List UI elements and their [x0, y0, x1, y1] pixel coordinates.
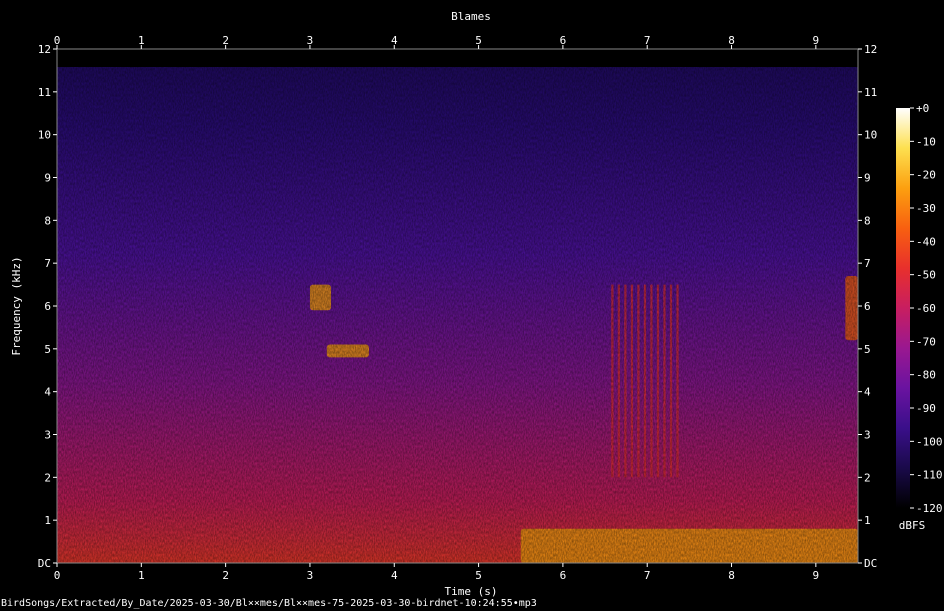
colorbar-tick-label: -100 — [916, 435, 943, 448]
y-tick-label-left: 12 — [38, 43, 51, 56]
colorbar-tick-label: -70 — [916, 335, 936, 348]
colorbar-label: dBFS — [899, 519, 926, 532]
y-tick-label-right: 4 — [864, 386, 871, 399]
x-tick-label-top: 6 — [560, 34, 567, 47]
x-tick-label-bottom: 3 — [307, 569, 314, 582]
x-tick-label-top: 1 — [138, 34, 145, 47]
x-tick-label-bottom: 0 — [54, 569, 61, 582]
spectrogram-chart: Blames Time (s) Frequency (kHz) 00112233… — [10, 10, 943, 598]
y-tick-label-left: 4 — [44, 386, 51, 399]
y-tick-label-right: 11 — [864, 86, 877, 99]
y-tick-label-left: 10 — [38, 129, 51, 142]
file-path: BirdSongs/Extracted/By_Date/2025-03-30/B… — [1, 598, 537, 609]
y-tick-label-left: 9 — [44, 172, 51, 185]
x-tick-label-top: 5 — [475, 34, 482, 47]
y-tick-label-right: 10 — [864, 129, 877, 142]
y-tick-label-left: DC — [38, 557, 51, 570]
y-axis-label: Frequency (kHz) — [10, 256, 23, 355]
y-tick-label-right: 5 — [864, 343, 871, 356]
x-tick-label-bottom: 9 — [813, 569, 820, 582]
x-tick-label-top: 8 — [728, 34, 735, 47]
y-tick-label-left: 3 — [44, 429, 51, 442]
y-tick-label-right: 2 — [864, 471, 871, 484]
x-tick-label-bottom: 7 — [644, 569, 651, 582]
colorbar-tick-label: -60 — [916, 302, 936, 315]
y-tick-label-right: 12 — [864, 43, 877, 56]
x-tick-label-top: 4 — [391, 34, 398, 47]
y-tick-label-right: 3 — [864, 429, 871, 442]
x-tick-label-top: 9 — [813, 34, 820, 47]
x-tick-label-bottom: 6 — [560, 569, 567, 582]
y-tick-label-left: 8 — [44, 214, 51, 227]
colorbar-tick-label: -30 — [916, 202, 936, 215]
x-tick-label-bottom: 8 — [728, 569, 735, 582]
x-tick-label-bottom: 1 — [138, 569, 145, 582]
y-tick-label-right: 6 — [864, 300, 871, 313]
x-tick-label-top: 2 — [222, 34, 229, 47]
y-tick-label-left: 6 — [44, 300, 51, 313]
x-tick-label-top: 7 — [644, 34, 651, 47]
y-tick-label-right: 7 — [864, 257, 871, 270]
y-tick-label-left: 11 — [38, 86, 51, 99]
colorbar-tick-label: -110 — [916, 469, 943, 482]
x-tick-label-bottom: 2 — [222, 569, 229, 582]
colorbar — [896, 108, 910, 508]
colorbar-tick-label: -50 — [916, 269, 936, 282]
y-tick-label-right: 1 — [864, 514, 871, 527]
y-tick-label-left: 7 — [44, 257, 51, 270]
colorbar-tick-label: -10 — [916, 135, 936, 148]
y-tick-label-right: 9 — [864, 172, 871, 185]
colorbar-tick-label: -120 — [916, 502, 943, 515]
spectrogram-area — [57, 49, 858, 563]
y-tick-label-left: 5 — [44, 343, 51, 356]
colorbar-tick-label: -20 — [916, 169, 936, 182]
chart-title: Blames — [451, 10, 491, 23]
x-tick-label-top: 3 — [307, 34, 314, 47]
x-tick-label-top: 0 — [54, 34, 61, 47]
x-tick-label-bottom: 4 — [391, 569, 398, 582]
y-tick-label-right: DC — [864, 557, 877, 570]
colorbar-tick-label: -40 — [916, 235, 936, 248]
x-axis-label: Time (s) — [445, 585, 498, 598]
colorbar-tick-label: +0 — [916, 102, 929, 115]
x-tick-label-bottom: 5 — [475, 569, 482, 582]
y-tick-label-right: 8 — [864, 214, 871, 227]
colorbar-tick-label: -80 — [916, 369, 936, 382]
y-tick-label-left: 2 — [44, 471, 51, 484]
colorbar-tick-label: -90 — [916, 402, 936, 415]
y-tick-label-left: 1 — [44, 514, 51, 527]
noise-texture — [57, 49, 858, 563]
